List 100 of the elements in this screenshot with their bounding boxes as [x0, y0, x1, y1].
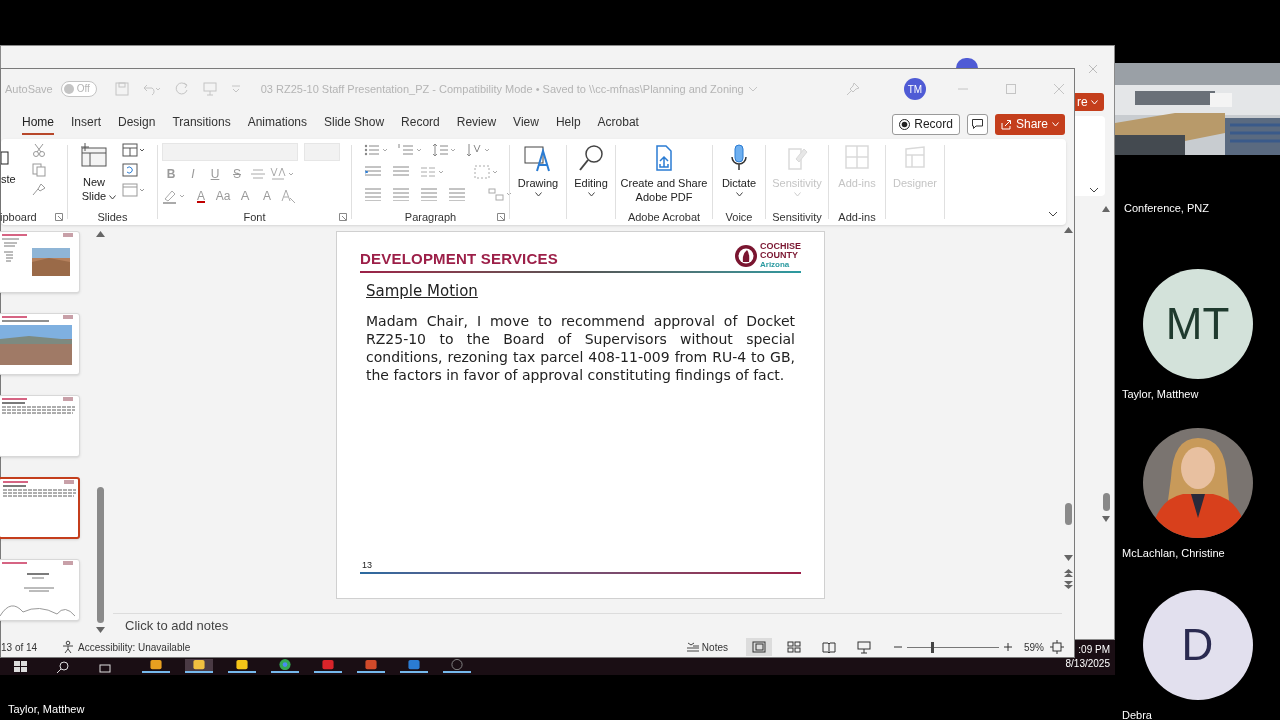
view-button[interactable] — [746, 638, 772, 656]
section-icon[interactable] — [122, 183, 146, 197]
accessibility-icon — [61, 640, 75, 654]
pin-icon[interactable] — [846, 82, 860, 96]
ribbon-button[interactable]: Editing — [571, 143, 611, 197]
previous-slide-icon[interactable] — [1063, 569, 1073, 577]
arrow-up-icon[interactable] — [1102, 206, 1110, 212]
cut-icon[interactable] — [31, 143, 46, 157]
caret-icon[interactable] — [747, 86, 758, 92]
decrease-indent-icon[interactable] — [364, 165, 382, 179]
arrow-down-icon[interactable] — [1102, 516, 1110, 522]
close-icon[interactable] — [1088, 64, 1098, 74]
arrow-up-icon[interactable] — [95, 231, 105, 237]
zoom-slider[interactable] — [907, 641, 999, 653]
arrow-up-icon[interactable] — [1063, 227, 1073, 233]
ribbon-button[interactable]: Create and Share Adobe PDF — [620, 143, 708, 204]
copy-icon[interactable] — [31, 163, 46, 177]
align-right-icon[interactable] — [420, 187, 438, 201]
search-icon[interactable] — [56, 661, 70, 673]
scroll-thumb[interactable] — [1064, 503, 1072, 525]
scroll-thumb[interactable] — [96, 487, 104, 623]
windows-icon[interactable] — [14, 661, 28, 673]
taskbar-app[interactable] — [443, 659, 471, 673]
notes-field[interactable]: Click to add notes — [113, 613, 1062, 637]
group-label: Add-ins — [838, 209, 876, 225]
caret-icon — [735, 192, 743, 197]
ribbon-tab[interactable]: Home — [22, 113, 54, 135]
dialog-launcher-icon[interactable] — [339, 213, 347, 221]
taskbar-app[interactable] — [400, 659, 428, 673]
text-direction-icon[interactable] — [466, 143, 490, 157]
character-spacing-icon[interactable] — [270, 167, 296, 181]
ribbon-button[interactable]: Drawing — [514, 143, 562, 197]
ribbon-tab[interactable]: Insert — [71, 113, 102, 135]
format-painter-icon[interactable] — [31, 183, 46, 197]
task-view-icon[interactable] — [98, 661, 112, 673]
clock-time[interactable]: :09 PM — [1078, 644, 1110, 655]
taskbar-app[interactable] — [314, 659, 342, 673]
paste-button[interactable]: ste — [1, 143, 16, 188]
comments-button[interactable] — [966, 113, 988, 135]
avatar[interactable]: TM — [904, 78, 926, 100]
zoom-out-icon[interactable] — [894, 643, 902, 651]
taskbar-app[interactable] — [271, 659, 299, 673]
share-button[interactable]: Share — [994, 113, 1065, 135]
increase-indent-icon[interactable] — [392, 165, 410, 179]
notes-button[interactable]: Notes — [686, 639, 728, 655]
arrow-down-icon[interactable] — [95, 627, 105, 633]
caret-icon — [1090, 99, 1098, 105]
caret-icon — [587, 192, 595, 197]
ribbon-tab[interactable]: Animations — [247, 113, 307, 135]
scroll-thumb[interactable] — [1102, 493, 1110, 511]
fit-to-window-icon[interactable] — [1050, 640, 1064, 654]
app-icon — [407, 659, 421, 671]
align-center-icon[interactable] — [392, 187, 410, 201]
close-icon[interactable] — [1054, 84, 1064, 94]
align-left-icon[interactable] — [364, 187, 382, 201]
share-button[interactable]: re — [1073, 93, 1104, 111]
clock-date[interactable]: 8/13/2025 — [1065, 658, 1110, 669]
group-label: Slides — [97, 209, 128, 225]
slide-counter: 13 of 14 — [1, 640, 39, 655]
ribbon-tab[interactable]: Review — [456, 113, 497, 135]
undo-icon[interactable] — [142, 82, 161, 96]
font-name-field[interactable] — [162, 143, 298, 161]
participant-name: Debra — [1122, 707, 1153, 720]
taskbar-app[interactable] — [185, 659, 213, 673]
ribbon-tab[interactable]: Slide Show — [324, 113, 385, 135]
new-slide-button[interactable]: New Slide — [72, 143, 116, 200]
ribbon-button[interactable]: Dictate — [717, 143, 761, 197]
ribbon-tab[interactable]: Acrobat — [597, 113, 639, 135]
clear-formatting-icon[interactable] — [280, 188, 296, 204]
smartart-icon[interactable] — [488, 187, 512, 201]
reset-icon[interactable] — [122, 163, 138, 177]
dialog-launcher-icon[interactable] — [55, 213, 63, 221]
maximize-icon[interactable] — [1006, 84, 1016, 94]
line-spacing-icon[interactable] — [432, 143, 456, 157]
ribbon-tab[interactable]: Help — [555, 113, 581, 135]
next-slide-icon[interactable] — [1063, 581, 1073, 589]
dialog-launcher-icon[interactable] — [497, 213, 505, 221]
bullets-icon[interactable] — [364, 143, 388, 157]
ribbon-tab[interactable]: View — [513, 113, 539, 135]
taskbar-app[interactable] — [228, 659, 256, 673]
zoom-in-icon[interactable] — [1004, 643, 1012, 651]
numbering-icon[interactable] — [398, 143, 422, 157]
taskbar-app[interactable] — [142, 659, 170, 673]
chevron-icon[interactable] — [1089, 187, 1099, 193]
taskbar-app[interactable] — [357, 659, 385, 673]
slide-thumbnail[interactable] — [0, 477, 80, 539]
zoom-level[interactable]: 59% — [1024, 639, 1044, 655]
ribbon-tab[interactable]: Record — [401, 113, 440, 135]
customize-icon[interactable] — [230, 84, 241, 94]
font-size-field[interactable] — [304, 143, 340, 161]
ribbon-tab[interactable]: Design — [118, 113, 156, 135]
accessibility-button[interactable]: Accessibility: Unavailable — [61, 639, 191, 655]
arrow-down-icon[interactable] — [1063, 555, 1073, 561]
logo-text: COUNTY — [760, 251, 799, 260]
caret-icon — [793, 192, 801, 197]
justify-icon[interactable] — [448, 187, 466, 201]
record-button[interactable]: Record — [892, 113, 960, 135]
ribbon-tab[interactable]: Transitions — [172, 113, 231, 135]
layout-icon[interactable] — [122, 143, 146, 157]
collapse-icon[interactable] — [1048, 211, 1058, 217]
